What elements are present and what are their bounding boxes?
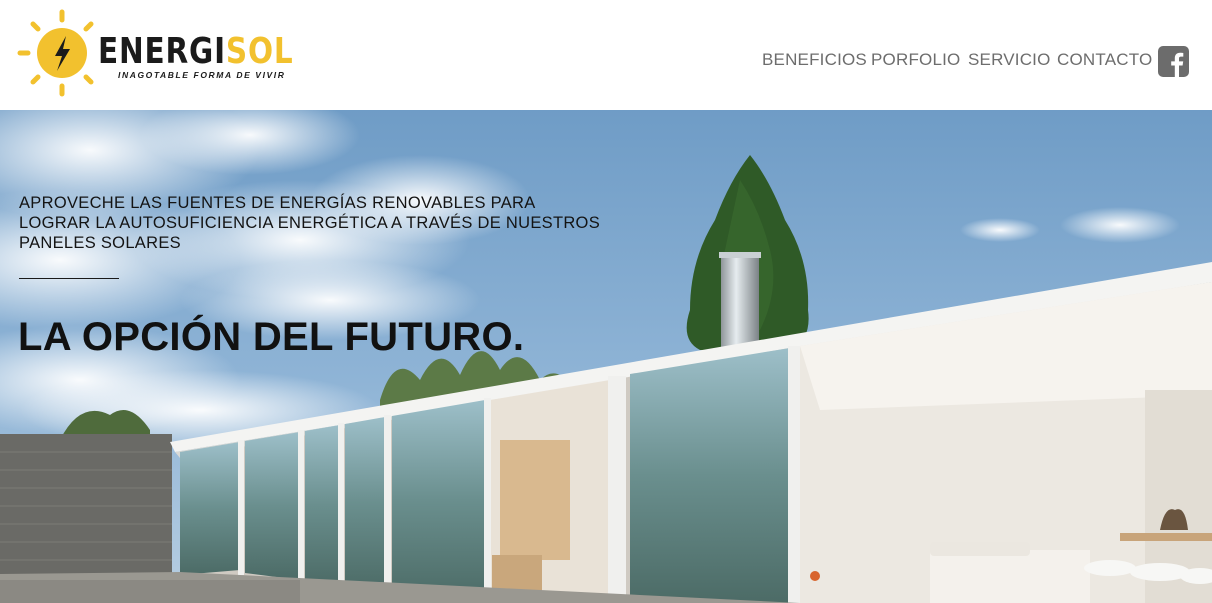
site-header: ENERGISOL INAGOTABLE FORMA DE VIVIR BENE… [0,0,1212,110]
nav-porfolio[interactable]: PORFOLIO [871,50,960,70]
hero-subtitle: APROVECHE LAS FUENTES DE ENERGÍAS RENOVA… [19,194,600,252]
facebook-icon[interactable] [1158,46,1189,77]
hero-divider [19,278,119,279]
nav-beneficios[interactable]: BENEFICIOS [762,50,867,70]
nav-servicio[interactable]: SERVICIO [968,50,1051,70]
hero-title: LA OPCIÓN DEL FUTURO. [18,315,525,359]
nav-contacto[interactable]: CONTACTO [1057,50,1152,70]
hero-section: APROVECHE LAS FUENTES DE ENERGÍAS RENOVA… [0,110,1212,603]
main-nav: BENEFICIOS PORFOLIO SERVICIO CONTACTO [0,50,1212,74]
